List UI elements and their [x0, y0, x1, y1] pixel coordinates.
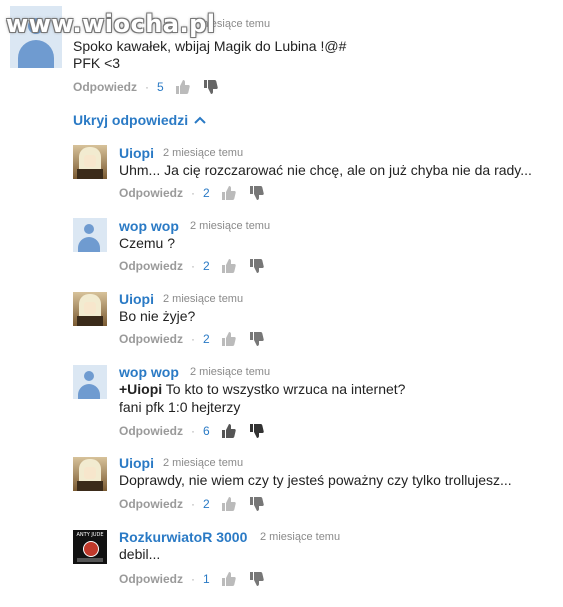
comment-author[interactable]: Uiopi	[119, 455, 154, 471]
mention-link[interactable]: +Uiopi	[119, 381, 162, 397]
thumbs-up-icon[interactable]	[220, 571, 236, 587]
comment-text: Uhm... Ja cię rozczarować nie chcę, ale …	[119, 162, 532, 178]
comment-author[interactable]: RozkurwiatoR 3000	[119, 529, 247, 545]
comment-actions: Odpowiedz · 2	[119, 258, 276, 274]
comment-text-line2: PFK <3	[73, 55, 121, 71]
comment-actions: Odpowiedz · 2	[119, 331, 276, 347]
thumbs-up-icon[interactable]	[220, 423, 236, 439]
avatar[interactable]	[73, 292, 107, 326]
thumbs-down-icon[interactable]	[202, 79, 218, 95]
thumbs-down-icon[interactable]	[248, 496, 264, 512]
avatar[interactable]: ANTY JUDE	[73, 530, 107, 564]
comment-author[interactable]: Uiopi	[119, 145, 154, 161]
comment-time: 2 miesiące temu	[163, 457, 244, 469]
comment-text-line1: Spoko kawałek, wbijaj Magik do Lubina !@…	[73, 38, 347, 54]
reply-button[interactable]: Odpowiedz	[119, 572, 183, 586]
watermark: www.wiocha.pl	[6, 10, 216, 38]
comment-time: 2 miesiące temu	[163, 293, 244, 305]
comment-time: 2 miesiące temu	[190, 220, 271, 232]
comment-text: +Uiopi To kto to wszystko wrzuca na inte…	[119, 381, 406, 397]
comment-text: debil...	[119, 546, 161, 562]
thumbs-up-icon[interactable]	[220, 185, 236, 201]
like-count: 5	[157, 80, 164, 94]
comment-text: Bo nie żyje?	[119, 308, 196, 324]
reply-button[interactable]: Odpowiedz	[119, 186, 183, 200]
comment-actions: Odpowiedz · 5	[73, 79, 230, 95]
reply-button[interactable]: Odpowiedz	[73, 80, 137, 94]
reply-button[interactable]: Odpowiedz	[119, 332, 183, 346]
comment-actions: Odpowiedz · 1	[119, 571, 276, 587]
comment-author[interactable]: wop wop	[119, 364, 179, 380]
avatar-label: ANTY JUDE	[76, 532, 104, 538]
comment-time: 2 miesiące temu	[190, 366, 271, 378]
thumbs-down-icon[interactable]	[248, 258, 264, 274]
reply-button[interactable]: Odpowiedz	[119, 259, 183, 273]
comment-time: 2 miesiące temu	[163, 147, 244, 159]
reply-button[interactable]: Odpowiedz	[119, 424, 183, 438]
avatar[interactable]	[73, 365, 107, 399]
avatar[interactable]	[73, 457, 107, 491]
comment-actions: Odpowiedz · 2	[119, 185, 276, 201]
thumbs-down-icon[interactable]	[248, 331, 264, 347]
comment-actions: Odpowiedz · 2	[119, 496, 276, 512]
hide-replies-button[interactable]: Ukryj odpowiedzi	[73, 112, 206, 128]
thumbs-up-icon[interactable]	[220, 331, 236, 347]
thumbs-up-icon[interactable]	[220, 496, 236, 512]
comment-actions: Odpowiedz · 6	[119, 423, 276, 439]
like-count: 2	[203, 259, 210, 273]
like-count: 6	[203, 424, 210, 438]
comment-text: Doprawdy, nie wiem czy ty jesteś poważny…	[119, 472, 512, 488]
like-count: 2	[203, 332, 210, 346]
avatar[interactable]	[73, 218, 107, 252]
thumbs-down-icon[interactable]	[248, 423, 264, 439]
like-count: 1	[203, 572, 210, 586]
chevron-up-icon	[194, 116, 206, 124]
thumbs-down-icon[interactable]	[248, 185, 264, 201]
comment-author[interactable]: Uiopi	[119, 291, 154, 307]
like-count: 2	[203, 186, 210, 200]
avatar[interactable]	[73, 145, 107, 179]
comment-time: 2 miesiące temu	[260, 531, 341, 543]
like-count: 2	[203, 497, 210, 511]
thumbs-up-icon[interactable]	[174, 79, 190, 95]
comment-text-line2: fani pfk 1:0 hejterzy	[119, 399, 241, 415]
thumbs-up-icon[interactable]	[220, 258, 236, 274]
comment-author[interactable]: wop wop	[119, 218, 179, 234]
comment-text: Czemu ?	[119, 235, 176, 251]
thumbs-down-icon[interactable]	[248, 571, 264, 587]
reply-button[interactable]: Odpowiedz	[119, 497, 183, 511]
